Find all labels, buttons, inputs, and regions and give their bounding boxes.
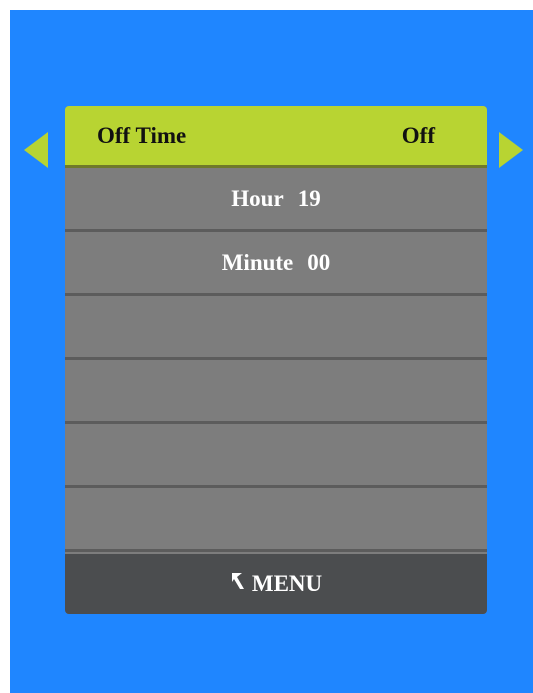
off-time-value: Off: [401, 122, 435, 148]
return-arrow-icon: [230, 571, 246, 597]
minute-row[interactable]: Minute 00: [65, 232, 487, 296]
hour-label: Hour: [231, 185, 284, 211]
off-time-label: Off Time: [97, 122, 187, 148]
menu-footer[interactable]: MENU: [65, 554, 487, 614]
right-triangle-icon[interactable]: [499, 132, 523, 168]
hour-row[interactable]: Hour 19: [65, 168, 487, 232]
empty-row: [65, 488, 487, 552]
hour-value: 19: [297, 185, 321, 211]
off-time-row[interactable]: Off Time Off: [65, 106, 487, 168]
left-triangle-icon[interactable]: [24, 132, 48, 168]
menu-label: MENU: [251, 571, 323, 596]
minute-value: 00: [307, 249, 331, 275]
osd-screen: Off Time Off Hour 19 Minute 00 MENU: [10, 10, 533, 693]
empty-row: [65, 296, 487, 360]
empty-row: [65, 360, 487, 424]
minute-label: Minute: [221, 249, 294, 275]
empty-row: [65, 424, 487, 488]
off-time-menu: Off Time Off Hour 19 Minute 00 MENU: [65, 106, 487, 614]
